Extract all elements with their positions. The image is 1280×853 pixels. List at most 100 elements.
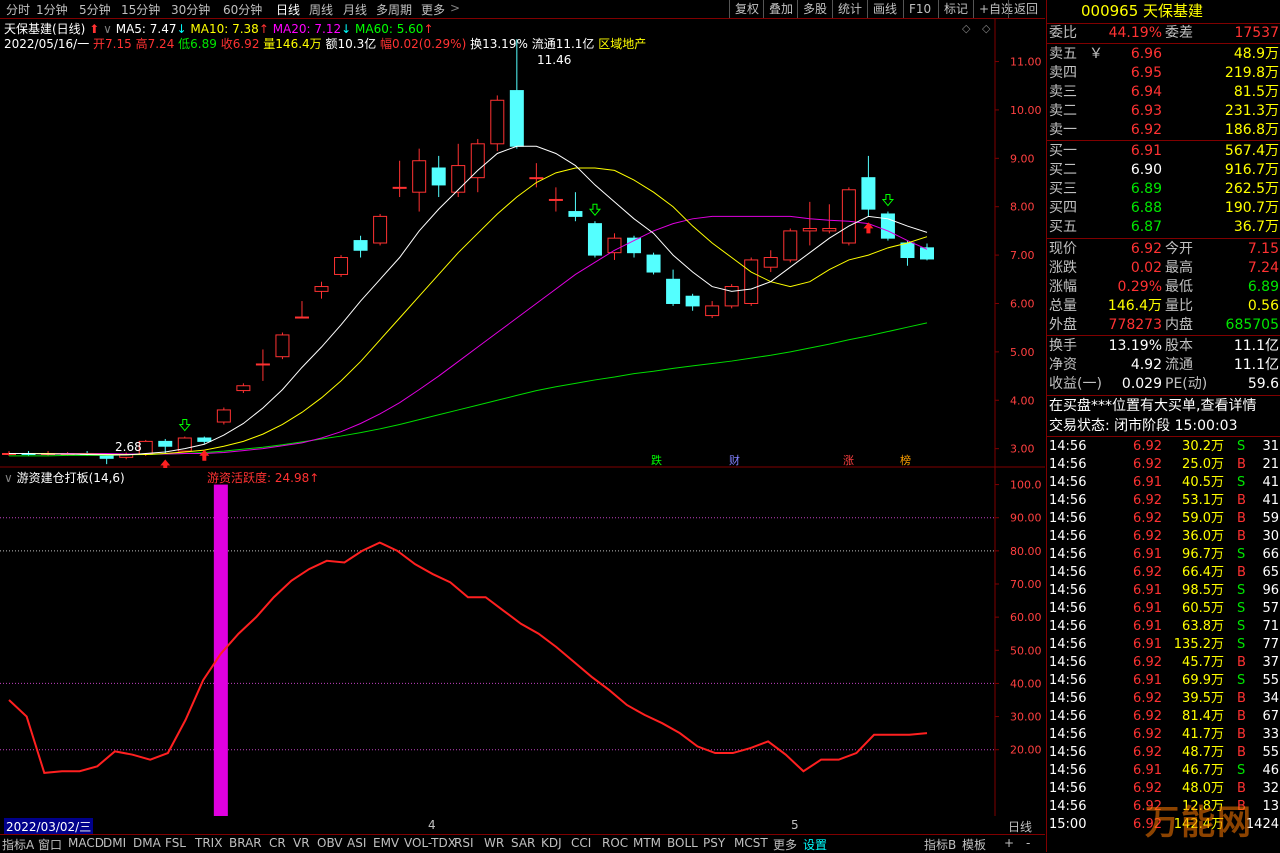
indicator-tab-22[interactable]: PSY: [703, 836, 725, 850]
big-order-notice[interactable]: 在买盘***位置有大买单,查看详情: [1047, 397, 1280, 415]
period-tab-daily[interactable]: 日线: [276, 1, 300, 18]
indicator-tab-17[interactable]: KDJ: [541, 836, 562, 850]
period-tab-1min[interactable]: 1分钟: [36, 1, 68, 18]
period-tab-multi[interactable]: 多周期: [376, 1, 412, 18]
right-tab-1[interactable]: 模板: [962, 836, 986, 853]
indicator-tab-4[interactable]: DMA: [133, 836, 161, 850]
tick-price: 6.92: [1133, 493, 1162, 508]
indicator-tab-21[interactable]: BOLL: [667, 836, 698, 850]
ma5-label: MA5: 7.47: [115, 22, 177, 36]
tick-count: 77: [1262, 637, 1279, 652]
indicator-tab-24[interactable]: 更多: [773, 836, 797, 853]
period-label: 日线: [1008, 820, 1033, 834]
indicator-tab-9[interactable]: VR: [293, 836, 310, 850]
indicator-tab-2[interactable]: MACD: [68, 836, 104, 850]
indicator-tab-16[interactable]: SAR: [511, 836, 535, 850]
indicator-tab-8[interactable]: CR: [269, 836, 286, 850]
candle-body: [861, 177, 876, 210]
tick-count: 41: [1262, 475, 1279, 490]
tick-time: 14:56: [1049, 439, 1087, 454]
back-button[interactable]: 返回: [1008, 0, 1043, 18]
ind-y-tick-label: 80.00: [1010, 545, 1042, 558]
level-label: 卖二: [1049, 103, 1077, 119]
period-tab-30min[interactable]: 30分钟: [171, 1, 210, 18]
period-tab-15min[interactable]: 15分钟: [121, 1, 160, 18]
tick-volume: 30.2万: [1182, 439, 1224, 454]
y-tick-label: 8.00: [1010, 201, 1035, 214]
right-tab-0[interactable]: 指标B: [924, 836, 956, 853]
indicator-spike-bar: [213, 484, 228, 816]
event-tag-fall[interactable]: 跌: [651, 452, 662, 468]
indicator-name[interactable]: 游资建仓打板(14,6): [17, 471, 125, 485]
candle-body: [529, 177, 544, 180]
indicator-tab-5[interactable]: FSL: [165, 836, 186, 850]
event-tag-rank[interactable]: 榜: [900, 452, 911, 468]
right-tab-2[interactable]: +: [1004, 836, 1014, 850]
draw-line-button[interactable]: 画线: [867, 0, 902, 18]
right-tab-3[interactable]: -: [1026, 836, 1030, 850]
indicator-header: ∨ 游资建仓打板(14,6): [4, 469, 125, 486]
indicator-tab-25[interactable]: 设置: [803, 836, 827, 853]
tick-volume: 63.8万: [1182, 619, 1224, 634]
indicator-tab-0[interactable]: 指标A: [2, 836, 34, 853]
stats-button[interactable]: 统计: [832, 0, 867, 18]
tick-time: 14:56: [1049, 493, 1087, 508]
period-tab-fenshi[interactable]: 分时: [6, 1, 30, 18]
diamond-icon[interactable]: ◇: [962, 22, 970, 35]
stat-label: 最高: [1165, 260, 1193, 276]
candle-body: [490, 99, 505, 145]
period-tab-weekly[interactable]: 周线: [309, 1, 333, 18]
stat-label: 涨幅: [1049, 279, 1077, 295]
indicator-tab-11[interactable]: ASI: [347, 836, 366, 850]
period-tab-5min[interactable]: 5分钟: [79, 1, 111, 18]
indicator-tab-20[interactable]: MTM: [633, 836, 661, 850]
ma10-line: [9, 167, 928, 455]
period-tab-monthly[interactable]: 月线: [343, 1, 367, 18]
candlestick-chart[interactable]: 11.00 10.00 9.00 8.00 7.00 6.00 5.00 4.00 3.00 天…: [0, 18, 1045, 468]
overlay-button[interactable]: 叠加: [763, 0, 798, 18]
info-low: 低6.89: [178, 37, 217, 51]
indicator-tab-10[interactable]: OBV: [317, 836, 343, 850]
tick-price: 6.92: [1133, 655, 1162, 670]
diamond-icon[interactable]: ◇: [982, 22, 990, 35]
tick-direction: B: [1237, 709, 1246, 724]
indicator-tab-15[interactable]: WR: [484, 836, 504, 850]
indicator-tab-3[interactable]: DMI: [103, 836, 126, 850]
f10-button[interactable]: F10: [903, 0, 936, 18]
stat2-row: 收益(一) 0.029 PE(动) 59.6: [1047, 375, 1280, 393]
event-tag-finance[interactable]: 财: [729, 452, 740, 468]
indicator-tab-13[interactable]: VOL-TDX: [404, 836, 456, 850]
tick-price: 6.92: [1133, 727, 1162, 742]
chevron-right-icon[interactable]: >: [450, 1, 460, 15]
indicator-tab-7[interactable]: BRAR: [229, 836, 262, 850]
indicator-tab-6[interactable]: TRIX: [195, 836, 222, 850]
event-tag-rise[interactable]: 涨: [843, 452, 854, 468]
chevron-down-icon[interactable]: ∨: [103, 22, 112, 36]
tick-time: 14:56: [1049, 637, 1087, 652]
indicator-tab-14[interactable]: RSI: [454, 836, 474, 850]
chevron-down-icon[interactable]: ∨: [4, 471, 13, 485]
tick-price: 6.92: [1133, 565, 1162, 580]
notice-text[interactable]: 在买盘***位置有大买单,查看详情: [1049, 397, 1256, 415]
buy-signal-icon: [863, 222, 874, 234]
stat-row: 现价 6.92 今开 7.15: [1047, 240, 1280, 258]
stat-value: 13.19%: [1108, 338, 1162, 354]
ind-y-tick-label: 20.00: [1010, 744, 1042, 757]
indicator-tab-12[interactable]: EMV: [373, 836, 399, 850]
indicator-chart[interactable]: 100.0 90.00 80.00 70.00 60.00 50.00 40.00 30.00…: [0, 468, 1045, 816]
level-label: 卖四: [1049, 65, 1077, 81]
up-arrow-icon: ⬆: [89, 22, 100, 36]
candle-body: [822, 227, 837, 232]
indicator-tab-18[interactable]: CCI: [571, 836, 591, 850]
mark-button[interactable]: 标记: [938, 0, 973, 18]
stat-label: 流通: [1165, 357, 1193, 373]
indicator-tab-23[interactable]: MCST: [734, 836, 768, 850]
indicator-tab-19[interactable]: ROC: [602, 836, 628, 850]
info-sector[interactable]: 区域地产: [598, 37, 646, 51]
candle-body: [255, 363, 270, 366]
indicator-tab-1[interactable]: 窗口: [38, 836, 62, 853]
period-tab-more[interactable]: 更多: [421, 1, 445, 18]
period-tab-60min[interactable]: 60分钟: [223, 1, 262, 18]
fuquan-button[interactable]: 复权: [729, 0, 764, 18]
multi-stock-button[interactable]: 多股: [797, 0, 832, 18]
